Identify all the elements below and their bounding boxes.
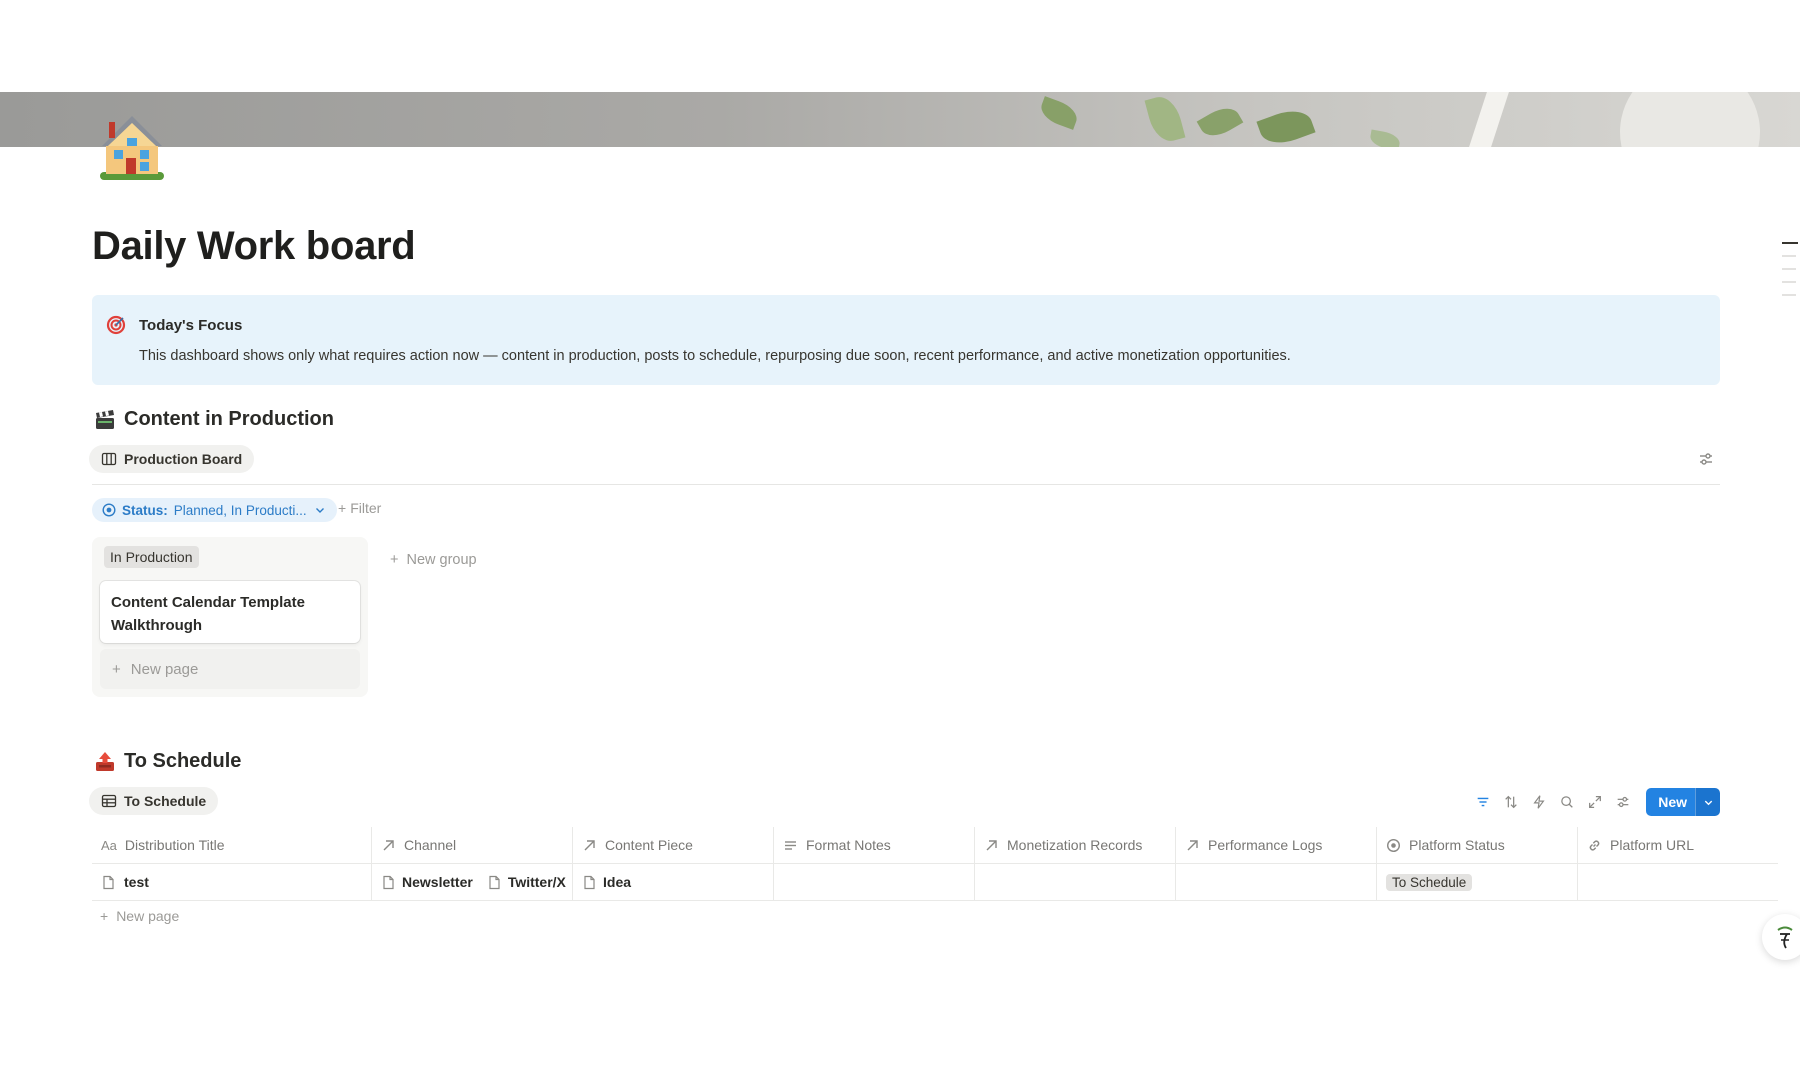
expand-icon[interactable] xyxy=(1586,793,1604,811)
cell-platform-status[interactable]: To Schedule xyxy=(1377,864,1578,900)
column-label: Performance Logs xyxy=(1208,837,1323,853)
column-header-channel[interactable]: Channel xyxy=(372,827,573,863)
filter-icon[interactable] xyxy=(1474,793,1492,811)
column-header-format-notes[interactable]: Format Notes xyxy=(774,827,975,863)
cell-format-notes[interactable] xyxy=(774,864,975,900)
outbox-tray-icon xyxy=(94,751,116,773)
settings-sliders-icon[interactable] xyxy=(1614,793,1632,811)
title-icon: Aa xyxy=(101,837,117,853)
column-header-platform-status[interactable]: Platform Status xyxy=(1377,827,1578,863)
new-page-label: New page xyxy=(130,660,199,678)
group-label[interactable]: In Production xyxy=(104,546,199,568)
view-tab-label: Production Board xyxy=(124,451,243,467)
cell-performance-logs[interactable] xyxy=(1176,864,1377,900)
clapperboard-icon xyxy=(94,409,116,431)
row-title: test xyxy=(124,874,149,890)
cell-platform-url[interactable] xyxy=(1578,864,1778,900)
board-card[interactable]: Content Calendar Template Walkthrough xyxy=(100,581,360,643)
callout-title: Today's Focus xyxy=(139,317,243,334)
relation-chip[interactable]: Idea xyxy=(582,874,631,890)
column-label: Channel xyxy=(404,837,457,853)
status-icon xyxy=(102,503,116,517)
relation-chip[interactable]: Twitter/X xyxy=(487,874,566,890)
search-icon[interactable] xyxy=(1558,793,1576,811)
column-header-distribution-title[interactable]: Aa Distribution Title xyxy=(92,827,372,863)
column-header-monetization-records[interactable]: Monetization Records xyxy=(975,827,1176,863)
relation-arrow-icon xyxy=(383,839,394,850)
cell-content-piece[interactable]: Idea xyxy=(573,864,774,900)
plus-icon: + xyxy=(112,660,121,678)
section-title-text: Content in Production xyxy=(124,408,334,430)
table-toolbar: New xyxy=(1474,788,1720,816)
plus-icon: + xyxy=(390,552,399,568)
view-settings-icon[interactable] xyxy=(1697,450,1715,468)
column-label: Platform Status xyxy=(1409,837,1505,853)
cell-channel[interactable]: Newsletter Twitter/X xyxy=(372,864,573,900)
column-label: Format Notes xyxy=(806,837,891,853)
page-icon xyxy=(489,875,500,889)
view-tab-to-schedule[interactable]: To Schedule xyxy=(89,787,219,815)
table-icon xyxy=(101,794,117,808)
view-tab-production-board[interactable]: Production Board xyxy=(89,445,255,473)
automation-bolt-icon[interactable] xyxy=(1530,793,1548,811)
filter-key: Status: xyxy=(122,502,168,518)
status-filter-chip[interactable]: Status: Planned, In Producti... xyxy=(92,498,337,522)
status-icon xyxy=(1386,838,1401,852)
table-of-contents-outline[interactable] xyxy=(1782,242,1798,307)
text-lines-icon xyxy=(785,840,796,850)
relation-label: Idea xyxy=(603,874,632,890)
page-title[interactable]: Daily Work board xyxy=(92,224,416,269)
page-cover[interactable] xyxy=(0,92,1800,147)
status-badge: To Schedule xyxy=(1386,873,1473,891)
relation-label: Twitter/X xyxy=(507,874,566,890)
sort-icon[interactable] xyxy=(1502,793,1520,811)
chevron-down-icon[interactable] xyxy=(1695,788,1720,816)
filter-value: Planned, In Producti... xyxy=(173,502,307,518)
plus-icon: + xyxy=(100,908,109,924)
callout-body: This dashboard shows only what requires … xyxy=(139,348,1291,364)
cell-monetization-records[interactable] xyxy=(975,864,1176,900)
board-column-in-production: In Production Content Calendar Template … xyxy=(92,537,368,697)
view-tab-label: To Schedule xyxy=(124,793,207,809)
column-header-platform-url[interactable]: Platform URL xyxy=(1578,827,1778,863)
focus-callout: Today's Focus This dashboard shows only … xyxy=(92,295,1720,385)
new-page-row-button[interactable]: + New page xyxy=(100,908,179,924)
column-label: Platform URL xyxy=(1610,837,1695,853)
relation-chip[interactable]: Newsletter xyxy=(381,874,473,890)
table-row[interactable]: test Newsletter Twitter/X Idea To Schedu… xyxy=(92,864,1778,901)
column-header-content-piece[interactable]: Content Piece xyxy=(573,827,774,863)
page-icon xyxy=(383,875,394,889)
section-to-schedule: To Schedule xyxy=(94,750,241,773)
column-label: Distribution Title xyxy=(124,837,225,853)
target-icon xyxy=(106,315,126,335)
section-title-text: To Schedule xyxy=(124,750,242,772)
cell-distribution-title[interactable]: test xyxy=(92,864,372,900)
house-icon[interactable] xyxy=(96,108,168,184)
add-filter-button[interactable]: + Filter xyxy=(338,500,381,516)
relation-label: Newsletter xyxy=(402,874,473,890)
add-filter-label: Filter xyxy=(350,500,382,516)
new-page-label: New page xyxy=(116,908,180,924)
new-group-label: New group xyxy=(406,552,477,568)
relation-arrow-icon xyxy=(584,839,595,850)
plus-icon: + xyxy=(338,500,347,516)
column-label: Content Piece xyxy=(605,837,693,853)
new-record-button[interactable]: New xyxy=(1646,788,1720,816)
new-button-label[interactable]: New xyxy=(1646,788,1695,816)
table-header: Aa Distribution Title Channel Content Pi… xyxy=(92,827,1778,864)
relation-arrow-icon xyxy=(1187,839,1198,850)
column-header-performance-logs[interactable]: Performance Logs xyxy=(1176,827,1377,863)
column-label: Monetization Records xyxy=(1007,837,1143,853)
section-content-in-production: Content in Production xyxy=(94,408,334,431)
new-page-button[interactable]: + New page xyxy=(100,649,360,689)
page-icon xyxy=(103,875,114,889)
relation-arrow-icon xyxy=(986,839,997,850)
to-schedule-table: Aa Distribution Title Channel Content Pi… xyxy=(92,827,1778,901)
chevron-down-icon xyxy=(315,508,324,513)
page-icon xyxy=(584,875,595,889)
new-group-button[interactable]: + New group xyxy=(390,552,477,568)
board-icon xyxy=(101,452,117,466)
link-icon xyxy=(1589,840,1600,850)
assistant-face-icon[interactable] xyxy=(1762,914,1800,960)
